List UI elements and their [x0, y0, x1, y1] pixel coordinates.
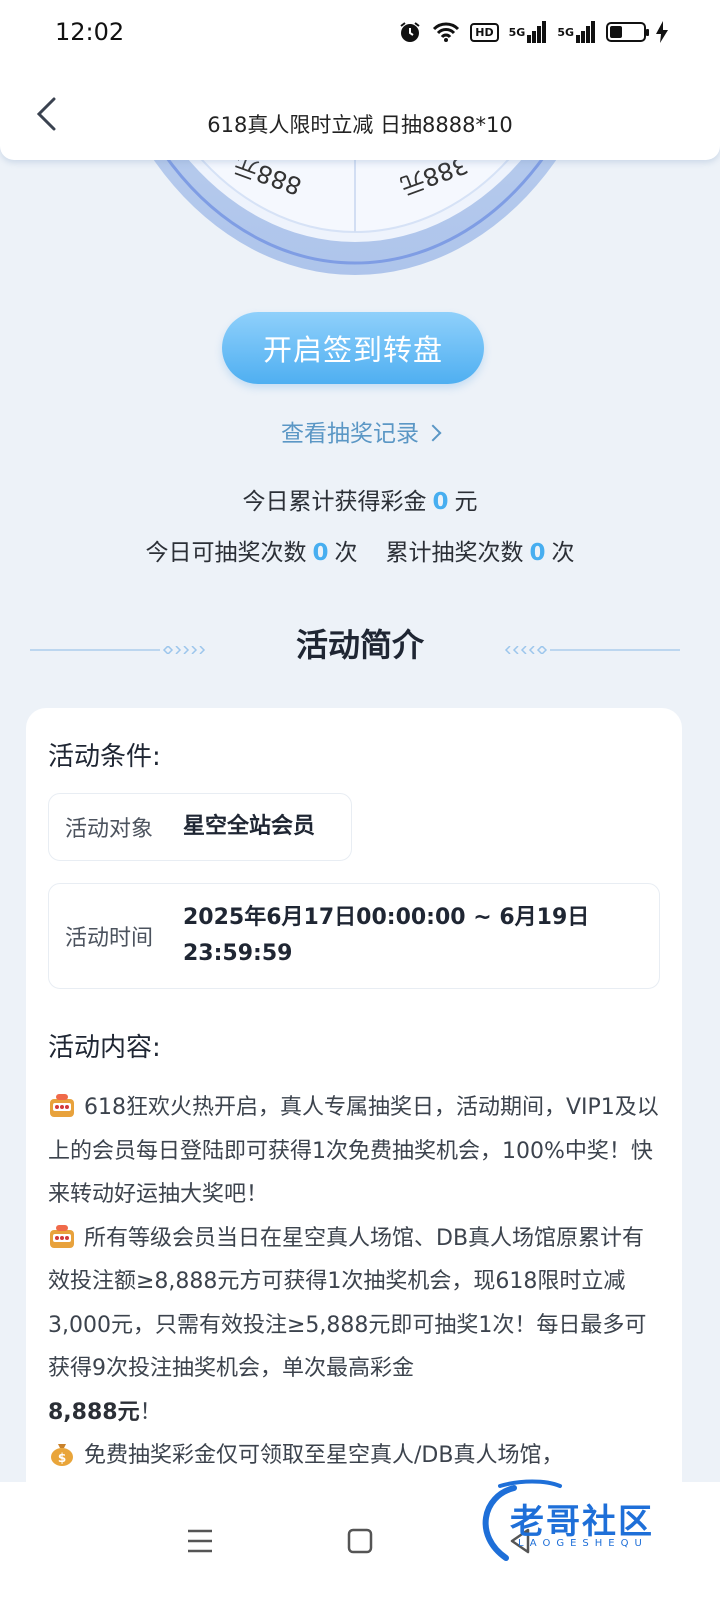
content-paragraph-text: 618狂欢火热开启，真人专属抽奖日，活动期间，VIP1及以上的会员每日登陆即可获… — [48, 1095, 659, 1207]
svg-text:$: $ — [58, 1451, 66, 1465]
status-time: 12:02 — [55, 18, 125, 46]
target-label: 活动对象 — [65, 817, 154, 842]
today-bonus-stat: 今日累计获得彩金 0 元 — [0, 482, 720, 516]
today-bonus-unit: 元 — [454, 489, 478, 515]
view-draw-records-label: 查看抽奖记录 — [281, 421, 419, 447]
alarm-icon — [398, 20, 422, 44]
draws-total-unit: 次 — [551, 540, 575, 566]
signal-icon: 5G — [557, 21, 596, 43]
start-wheel-button[interactable]: 开启签到转盘 — [222, 312, 484, 384]
time-value-line2: 23:59:59 — [183, 941, 293, 966]
draws-total-label: 累计抽奖次数 — [385, 540, 524, 566]
hd-icon: HD — [470, 22, 499, 42]
view-draw-records-link[interactable]: 查看抽奖记录 — [0, 414, 720, 448]
menu-nav-button[interactable] — [180, 1521, 220, 1561]
home-nav-button[interactable] — [340, 1521, 380, 1561]
draws-total-value: 0 — [529, 540, 546, 566]
chevron-left-icon — [36, 97, 56, 131]
content-heading: 活动内容: — [48, 1033, 161, 1063]
target-value: 星空全站会员 — [183, 814, 316, 839]
content-paragraph-text: 免费抽奖彩金仅可领取至星空真人/DB真人场馆， — [84, 1443, 564, 1468]
home-square-icon — [347, 1528, 373, 1554]
section-title: 活动简介 — [295, 626, 424, 664]
content-paragraph: 618狂欢火热开启，真人专属抽奖日，活动期间，VIP1及以上的会员每日登陆即可获… — [48, 1086, 660, 1217]
today-bonus-label: 今日累计获得彩金 — [242, 489, 427, 515]
chevron-right-icon — [424, 424, 442, 442]
status-icons: HD 5G 5G — [398, 20, 668, 44]
watermark-text: 老哥社区 — [510, 1502, 654, 1542]
watermark-logo: 老哥社区 LAOGESHEQU — [470, 1478, 700, 1568]
signal-label: 5G — [557, 25, 574, 39]
time-value-line1: 2025年6月17日00:00:00 ~ 6月19日 — [183, 905, 590, 930]
charging-icon — [656, 21, 668, 43]
draws-available-value: 0 — [312, 540, 329, 566]
content-paragraph-text: 所有等级会员当日在星空真人场馆、DB真人场馆原累计有效投注额≥8,888元方可获… — [48, 1225, 647, 1382]
battery-icon — [606, 22, 649, 42]
content-paragraph: $ 免费抽奖彩金仅可领取至星空真人/DB真人场馆， — [48, 1434, 660, 1478]
page-title: 618真人限时立减 日抽8888*10 — [207, 113, 513, 137]
time-label: 活动时间 — [65, 926, 154, 951]
time-value: 2025年6月17日00:00:00 ~ 6月19日 23:59:59 — [183, 900, 589, 972]
content-paragraph: 所有等级会员当日在星空真人场馆、DB真人场馆原累计有效投注额≥8,888元方可获… — [48, 1217, 660, 1435]
today-bonus-value: 0 — [432, 489, 449, 515]
back-button[interactable] — [26, 94, 66, 134]
draw-count-stats: 今日可抽奖次数 0 次累计抽奖次数 0 次 — [0, 533, 720, 567]
watermark-subtext: LAOGESHEQU — [518, 1538, 648, 1549]
menu-icon — [188, 1529, 212, 1553]
status-bar: 12:02 HD 5G 5G — [0, 0, 720, 64]
time-box: 活动时间 2025年6月17日00:00:00 ~ 6月19日 23:59:59 — [48, 883, 660, 989]
draws-available-label: 今日可抽奖次数 — [145, 540, 307, 566]
conditions-heading: 活动条件: — [48, 742, 161, 772]
content-paragraph-end: ！ — [139, 1399, 162, 1425]
signal-label: 5G — [508, 25, 526, 39]
title-decoration-right — [504, 646, 680, 654]
target-box: 活动对象 星空全站会员 — [48, 793, 352, 861]
slot-machine-icon — [50, 1094, 74, 1117]
money-bag-icon: $ — [51, 1444, 73, 1466]
slot-machine-icon — [50, 1224, 74, 1248]
wifi-icon — [432, 21, 460, 43]
app-header: 618真人限时立减 日抽8888*10 — [0, 64, 720, 160]
max-prize-text: 8,888元 — [48, 1399, 140, 1425]
draws-available-unit: 次 — [334, 540, 358, 566]
activity-info-card: 活动条件: 活动对象 星空全站会员 活动时间 2025年6月17日00:00:0… — [26, 708, 682, 1508]
signal-icon: 5G — [509, 21, 548, 43]
